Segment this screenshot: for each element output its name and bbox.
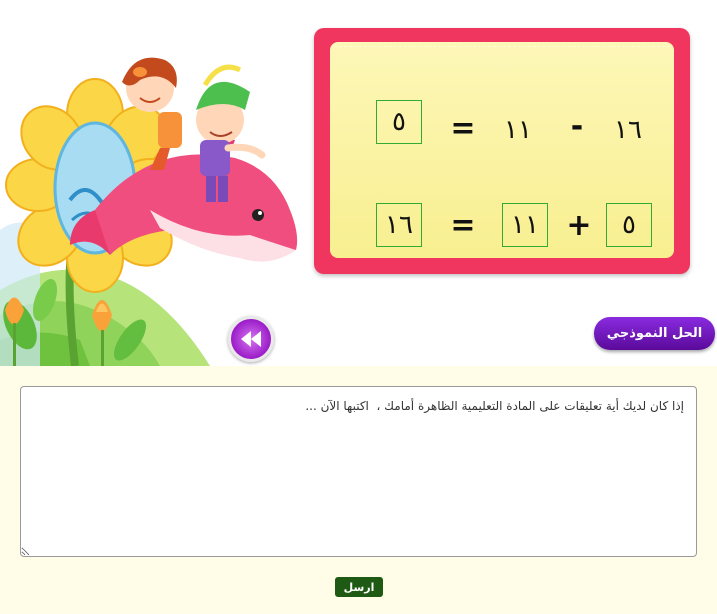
- rewind-icon: [241, 331, 261, 347]
- equation2-sum-box: ١٦: [376, 203, 422, 247]
- model-solution-button[interactable]: الحل النموذجي: [594, 317, 715, 350]
- equation1-subtrahend: ١١: [504, 115, 532, 145]
- equation2-addend1-box: ٥: [606, 203, 652, 247]
- equation1-equals-sign: =: [450, 110, 476, 146]
- equation2-addend2-box: ١١: [502, 203, 548, 247]
- equation1-result-box: ٥: [376, 100, 422, 144]
- send-button[interactable]: ارسل: [335, 577, 383, 597]
- comment-textarea[interactable]: [20, 386, 697, 557]
- equation2-equals-sign: =: [450, 207, 476, 243]
- rewind-button[interactable]: [228, 316, 274, 362]
- card-dashed-line: [334, 46, 670, 47]
- equation2-plus-sign: +: [566, 207, 592, 243]
- equation1-minus-sign: -: [570, 108, 584, 144]
- equations-card-inner: ١٦ - ١١ = ٥ ٥ + ١١ = ١٦: [330, 42, 674, 258]
- equations-card: ١٦ - ١١ = ٥ ٥ + ١١ = ١٦: [314, 28, 690, 274]
- equation1-minuend: ١٦: [614, 115, 642, 145]
